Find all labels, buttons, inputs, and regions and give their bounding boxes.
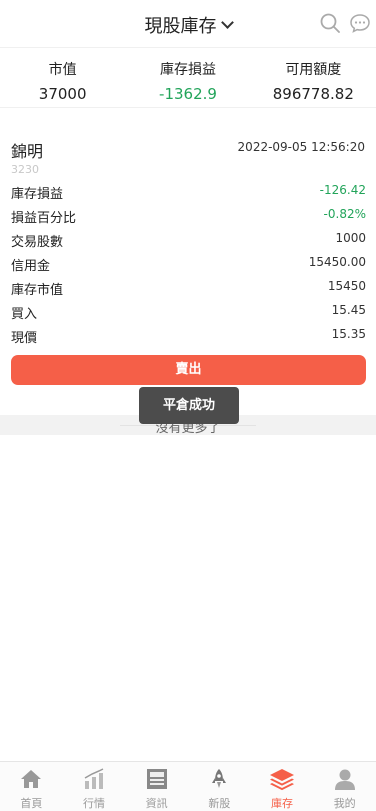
summary-label: 市值 [48,62,77,78]
message-icon[interactable] [349,13,371,33]
row-label: 信用金 [11,259,51,274]
page-title: 現股庫存 [144,16,217,37]
trade-time: 2022-09-05 12:56:20 [237,140,365,154]
search-icon[interactable] [320,13,340,33]
row-profit-loss: 庫存損益 -126.42 [11,180,366,204]
summary-profit-loss: 庫存損益 -1362.9 [125,48,250,107]
tab-ipo[interactable]: 新股 [188,762,251,811]
tab-label: 資訊 [145,797,168,810]
summary-label: 庫存損益 [159,62,216,78]
row-value: 15450 [327,279,366,293]
summary-value: 37000 [38,85,87,103]
row-label: 交易股數 [11,235,64,250]
chevron-down-icon [220,16,234,29]
toast-message: 平倉成功 [139,387,239,424]
tab-home[interactable]: 首頁 [0,762,63,811]
account-summary: 市值 37000 庫存損益 -1362.9 可用額度 896778.82 [0,48,376,108]
row-value: 1000 [335,231,366,245]
tab-label: 首頁 [20,797,43,810]
summary-market-value: 市值 37000 [0,48,125,107]
row-label: 損益百分比 [11,211,77,226]
bottom-tab-bar: 首頁 行情 資訊 新股 庫存 我的 [0,761,376,811]
row-value: -0.82% [323,207,366,221]
tab-label: 行情 [83,797,105,810]
summary-label: 可用額度 [285,62,342,78]
tab-market[interactable]: 行情 [63,762,126,811]
tab-me[interactable]: 我的 [313,762,376,811]
home-icon [21,770,42,788]
tab-news[interactable]: 資訊 [125,762,188,811]
row-label: 買入 [11,307,38,322]
user-icon [334,769,355,790]
sell-button[interactable]: 賣出 [11,355,366,385]
row-value: 15450.00 [308,255,366,269]
summary-value: -1362.9 [159,85,217,103]
tab-label: 新股 [208,797,231,810]
row-buy-price: 買入 15.45 [11,300,366,324]
rocket-icon [212,769,227,788]
row-value: 15.45 [331,303,366,317]
tab-holdings[interactable]: 庫存 [251,762,314,811]
tab-label: 我的 [333,797,356,810]
row-label: 庫存損益 [11,187,64,202]
layers-icon [270,769,295,791]
row-margin: 信用金 15450.00 [11,252,366,276]
row-profit-percent: 損益百分比 -0.82% [11,204,366,228]
stock-code: 3230 [11,163,39,176]
top-header: 現股庫存 [0,0,376,48]
row-value: -126.42 [319,183,366,197]
row-holding-value: 庫存市值 15450 [11,276,366,300]
summary-available-credit: 可用額度 896778.82 [251,48,376,107]
chart-icon [84,768,104,789]
row-shares: 交易股數 1000 [11,228,366,252]
summary-value: 896778.82 [272,85,354,103]
stock-name: 錦明 [11,142,44,161]
row-current-price: 現價 15.35 [11,324,366,348]
row-label: 現價 [11,331,38,346]
row-label: 庫存市值 [11,283,64,298]
tab-label: 庫存 [271,797,294,810]
news-icon [146,769,167,789]
row-value: 15.35 [331,327,366,341]
